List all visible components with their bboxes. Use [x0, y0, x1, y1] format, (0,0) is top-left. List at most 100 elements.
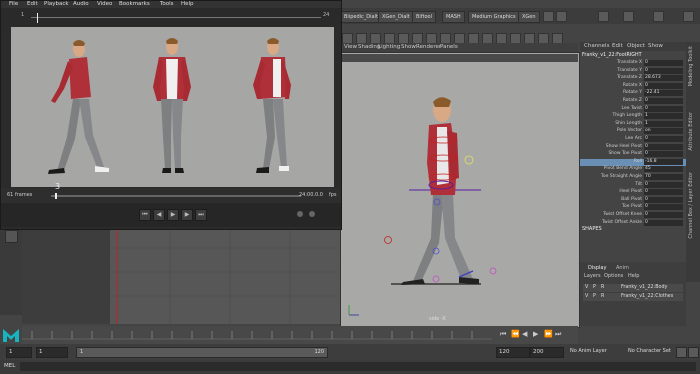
- shelf-icon[interactable]: [598, 11, 609, 22]
- layer-reference[interactable]: R: [601, 293, 604, 301]
- layer-visibility[interactable]: V: [585, 293, 588, 301]
- channel-row[interactable]: Toe Pivot 0: [580, 204, 686, 211]
- channel-row[interactable]: Thigh Length 1: [580, 113, 686, 120]
- layer-tab-anim[interactable]: Anim: [616, 265, 629, 271]
- timeline-cursor[interactable]: [37, 13, 38, 23]
- channel-row[interactable]: Show Toe Pivot 0: [580, 151, 686, 158]
- loop-icon[interactable]: [309, 211, 315, 217]
- pb-menu-file[interactable]: File: [9, 1, 18, 7]
- first-frame-icon[interactable]: ⏮: [139, 209, 151, 221]
- channel-value-field[interactable]: 0: [644, 136, 683, 142]
- channel-value-field[interactable]: 0: [644, 204, 683, 211]
- channel-value-field[interactable]: 0: [644, 212, 683, 218]
- shelf-icon[interactable]: [543, 11, 554, 22]
- channel-value-field[interactable]: 0: [644, 105, 683, 112]
- channel-value-field[interactable]: -22.41: [644, 90, 683, 97]
- channel-row[interactable]: Roll -16.8: [580, 158, 686, 166]
- channel-row[interactable]: Pole Vector on: [580, 128, 686, 135]
- channel-value-field[interactable]: 0: [644, 82, 683, 89]
- channel-value-field[interactable]: 0: [644, 98, 683, 104]
- move-tool-icon[interactable]: [5, 230, 18, 243]
- auto-key-icon[interactable]: [676, 347, 687, 358]
- channel-value-field[interactable]: 0: [644, 67, 683, 74]
- channel-value-field[interactable]: 0: [644, 151, 683, 158]
- pb-menu-tools[interactable]: Tools: [160, 1, 174, 7]
- viewport-menu-renderer[interactable]: Renderer: [416, 44, 441, 50]
- shelf-button[interactable]: XGen: [518, 11, 540, 23]
- shelf-button[interactable]: MASH: [442, 11, 465, 23]
- channel-value-field[interactable]: 0: [644, 189, 683, 196]
- layer-tab-display[interactable]: Display: [588, 265, 606, 271]
- rigged-character-figure[interactable]: [341, 53, 579, 327]
- layer-name[interactable]: Franky_v1_22:Clothes: [621, 293, 673, 301]
- next-frame-icon[interactable]: ▶: [181, 209, 193, 221]
- last-frame-icon[interactable]: ⏭: [195, 209, 207, 221]
- viewport-panel[interactable]: side -X: [340, 52, 580, 328]
- pb-menu-audio[interactable]: Audio: [73, 1, 89, 7]
- channel-row[interactable]: Translate X0: [580, 60, 686, 67]
- layer-name[interactable]: Franky_v1_22:Body: [621, 284, 667, 292]
- character-set-dropdown[interactable]: No Character Set: [628, 348, 671, 354]
- shelf-button[interactable]: XGen_Dialt: [378, 11, 414, 23]
- playback-end-field[interactable]: 120: [496, 347, 530, 358]
- side-tab-attribute-editor[interactable]: Attribute Editor: [688, 112, 694, 150]
- start-time-field[interactable]: 1: [6, 347, 32, 358]
- pb-menu-video[interactable]: Video: [97, 1, 112, 7]
- play-icon[interactable]: ▶: [533, 330, 538, 338]
- shelf-icon[interactable]: [556, 11, 567, 22]
- channel-value-field[interactable]: 1: [644, 113, 683, 120]
- preferences-icon[interactable]: [688, 347, 699, 358]
- viewport-menu-panels[interactable]: Panels: [440, 44, 458, 50]
- go-to-end-icon[interactable]: ⏭: [555, 330, 561, 339]
- range-slider[interactable]: 1 120: [76, 347, 328, 358]
- step-back-icon[interactable]: ⏪: [511, 330, 520, 338]
- channel-row[interactable]: Lee Arc 0: [580, 136, 686, 143]
- command-language-label[interactable]: MEL: [4, 363, 15, 369]
- channel-row[interactable]: Translate Y0: [580, 67, 686, 75]
- channel-row[interactable]: Tilt 0: [580, 181, 686, 189]
- pb-menu-playback[interactable]: Playback: [44, 1, 69, 7]
- shelf-button[interactable]: Medium Graphics: [468, 11, 520, 23]
- tab-object[interactable]: Object: [627, 43, 645, 49]
- tab-edit[interactable]: Edit: [612, 43, 623, 49]
- layer-playback[interactable]: P: [593, 293, 596, 301]
- next-key-icon[interactable]: ⏩: [544, 330, 553, 338]
- channel-value-field[interactable]: 0: [644, 219, 683, 226]
- pb-menu-bookmarks[interactable]: Bookmarks: [119, 1, 150, 7]
- prev-frame-icon[interactable]: ◀: [153, 209, 165, 221]
- layer-row[interactable]: V P R Franky_v1_22:Body: [583, 284, 683, 292]
- end-time-field[interactable]: 200: [530, 347, 564, 358]
- shelf-icon[interactable]: [683, 11, 694, 22]
- side-tab-modeling-toolkit[interactable]: Modeling Toolkit: [688, 46, 694, 86]
- channel-value-field[interactable]: 0: [644, 143, 683, 150]
- channel-row[interactable]: Twist Offset Knee 0: [580, 212, 686, 219]
- pb-menu-help[interactable]: Help: [181, 1, 194, 7]
- prev-key-icon[interactable]: ◀: [522, 330, 527, 338]
- layer-visibility[interactable]: V: [585, 284, 588, 292]
- tab-show[interactable]: Show: [648, 43, 663, 49]
- side-tab-channel-box[interactable]: Channel Box / Layer Editor: [688, 172, 694, 239]
- shelf-icon[interactable]: [653, 11, 664, 22]
- viewport-menu-show[interactable]: Show: [401, 44, 416, 50]
- tab-channels[interactable]: Channels: [584, 43, 609, 49]
- channel-value-field[interactable]: on: [644, 128, 683, 135]
- time-slider[interactable]: ⏮ ⏪ ◀ ▶ ⏩ ⏭: [22, 326, 578, 344]
- viewport-menu-lighting[interactable]: Lighting: [378, 44, 400, 50]
- channel-row[interactable]: Translate Z 28.673: [580, 75, 686, 82]
- graph-editor[interactable]: [110, 228, 340, 324]
- channel-row[interactable]: Heel Pivot 0: [580, 189, 686, 196]
- viewport-menu-view[interactable]: View: [344, 44, 357, 50]
- shelf-button[interactable]: Biipedic_Dialt: [340, 11, 382, 23]
- channel-row[interactable]: Ball Pivot 0: [580, 196, 686, 204]
- channel-row[interactable]: Show Heel Pivot 0: [580, 143, 686, 151]
- anim-layer-dropdown[interactable]: No Anim Layer: [570, 348, 607, 354]
- scrub-handle[interactable]: [55, 193, 57, 199]
- channel-value-field[interactable]: -16.8: [644, 158, 683, 165]
- shelf-icon[interactable]: [623, 11, 634, 22]
- channel-value-field[interactable]: 45: [644, 166, 683, 173]
- channel-value-field[interactable]: 1: [644, 120, 683, 127]
- channel-value-field[interactable]: 0: [644, 181, 683, 188]
- layer-menu-help[interactable]: Help: [628, 273, 639, 279]
- play-icon[interactable]: ▶: [167, 209, 179, 221]
- playback-start-field[interactable]: 1: [36, 347, 68, 358]
